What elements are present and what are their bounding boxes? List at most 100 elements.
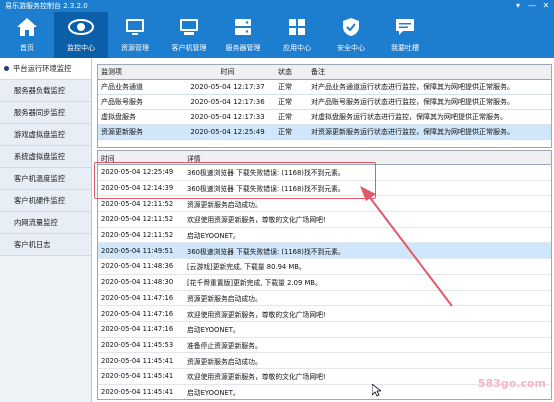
menu-dropdown-icon[interactable]: ▾ [513, 0, 523, 11]
table-cell: 2020-05-04 12:25:49 [190, 128, 265, 136]
app-header: 易乐游服务控制台 2.3.2.0 ▾ — ✕ 首页 监控中心 资源管理 客户机管理 服务… [0, 0, 554, 58]
table-row[interactable]: 虚拟盘服务 2020-05-04 12:17:33 正常 对虚拟盘服务运行状态进行监控… [98, 110, 551, 125]
column-header[interactable]: 监测项 [98, 67, 180, 77]
nav-label: 应用中心 [283, 44, 311, 52]
log-row[interactable]: 2020-05-04 11:48:36 [云游戏]更新完成, 下载量 80.94 … [98, 259, 551, 275]
nav-label: 我要吐槽 [391, 44, 419, 52]
log-row[interactable]: 2020-05-04 11:47:16 启动EYOONET。 [98, 322, 551, 338]
nav-label: 客户机管理 [171, 44, 207, 52]
minimize-icon[interactable]: — [527, 0, 537, 11]
table-cell: 正常 [278, 98, 292, 106]
log-detail: 资源更新服务启动成功。 [187, 357, 262, 366]
column-header[interactable]: 状态 [275, 67, 308, 77]
close-icon[interactable]: ✕ [541, 0, 551, 11]
log-detail: 资源更新服务启动成功。 [187, 200, 262, 209]
home-icon [13, 16, 41, 38]
sidebar-item[interactable]: 客户机硬件监控 [0, 190, 91, 212]
sidebar-item[interactable]: 系统虚拟盘监控 [0, 146, 91, 168]
log-row[interactable]: 2020-05-04 11:49:51 360极速浏览器 下载失败错误: (116… [98, 243, 551, 260]
sidebar-item[interactable]: 服务器同步监控 [0, 102, 91, 124]
table-cell: 2020-05-04 12:17:37 [190, 83, 265, 91]
log-time: 2020-05-04 11:48:36 [101, 262, 174, 271]
log-row[interactable]: 2020-05-04 12:25:49 360极速浏览器 下载失败错误: (116… [98, 165, 551, 181]
table-cell: 产品业务通道 [101, 83, 143, 91]
table-row[interactable]: 产品账号服务 2020-05-04 12:17:36 正常 对产品账号服务运行状态进行… [98, 95, 551, 110]
log-detail: 欢迎使用资源更新服务，尊敬的文化广场网吧! [187, 310, 326, 319]
nav-item-1[interactable]: 监控中心 [54, 12, 108, 58]
log-row[interactable]: 2020-05-04 11:48:30 [花千骨重置版]更新完成, 下载量 2.0… [98, 275, 551, 291]
sidebar: 平台运行环境监控 服务器负载监控服务器同步监控 游戏虚拟盘监控 系统虚拟盘监控客户机温… [0, 58, 92, 402]
column-header[interactable]: 时间 [180, 67, 275, 77]
log-row[interactable]: 2020-05-04 12:11:52 资源更新服务启动成功。 [98, 196, 551, 213]
sidebar-item-label: 客户机硬件监控 [14, 195, 66, 205]
sidebar-item[interactable]: 服务器负载监控 [0, 80, 91, 102]
sidebar-item[interactable]: 客户机日志 [0, 234, 91, 256]
log-time: 2020-05-04 11:45:53 [101, 340, 174, 349]
sidebar-item-label: 内网流量监控 [14, 217, 58, 227]
log-time: 2020-05-04 12:11:52 [101, 215, 174, 224]
log-detail: 准备停止资源更新服务。 [187, 341, 262, 350]
log-detail: 启动EYOONET。 [187, 232, 240, 241]
watermark: 583go.com [477, 377, 546, 390]
table-cell: 正常 [278, 113, 292, 121]
log-time: 2020-05-04 11:47:16 [101, 293, 174, 302]
sidebar-item-label: 客户机温度监控 [14, 173, 66, 183]
column-header[interactable]: 详情 [183, 153, 551, 163]
log-row[interactable]: 2020-05-04 12:11:52 欢迎使用资源更新服务，尊敬的文化广场网吧! [98, 212, 551, 228]
log-table-header: 时间 详情 [98, 151, 551, 165]
nav-label: 监控中心 [67, 44, 95, 52]
nav-item-7[interactable]: 我要吐槽 [378, 12, 432, 58]
column-header[interactable]: 备注 [308, 67, 551, 77]
eye-icon [67, 16, 95, 38]
log-table-body: 2020-05-04 12:25:49 360极速浏览器 下载失败错误: (116… [98, 165, 551, 399]
table-cell: 2020-05-04 12:17:33 [190, 113, 265, 121]
sidebar-item[interactable]: 内网流量监控 [0, 212, 91, 234]
sidebar-item-label: 平台运行环境监控 [13, 63, 72, 73]
server-icon [229, 16, 257, 38]
sidebar-item[interactable]: 平台运行环境监控 [0, 58, 91, 80]
log-row[interactable]: 2020-05-04 11:45:53 准备停止资源更新服务。 [98, 338, 551, 354]
window-controls: ▾ — ✕ [513, 0, 551, 11]
log-detail: [花千骨重置版]更新完成, 下载量 2.09 MB。 [187, 279, 322, 288]
nav-item-5[interactable]: 应用中心 [270, 12, 324, 58]
log-detail: 启动EYOONET。 [187, 326, 240, 335]
log-time: 2020-05-04 11:47:16 [101, 309, 174, 318]
nav-item-4[interactable]: 服务器管理 [216, 12, 270, 58]
nav-item-0[interactable]: 首页 [0, 12, 54, 58]
log-time: 2020-05-04 12:11:52 [101, 199, 174, 208]
log-time: 2020-05-04 12:14:39 [101, 184, 174, 193]
monitor-table-header: 监测项 时间 状态 备注 [98, 65, 551, 80]
sidebar-item[interactable]: 游戏虚拟盘监控 [0, 124, 91, 146]
log-detail: 资源更新服务启动成功。 [187, 294, 262, 303]
table-cell: 产品账号服务 [101, 98, 143, 106]
nav-item-3[interactable]: 客户机管理 [162, 12, 216, 58]
nav-label: 资源管理 [121, 44, 149, 52]
monitor-icon [121, 16, 149, 38]
log-time: 2020-05-04 12:25:49 [101, 168, 174, 177]
log-detail: 360极速浏览器 下载失败错误: (1168)找不到元素。 [187, 247, 345, 256]
log-time: 2020-05-04 11:45:41 [101, 372, 174, 381]
log-row[interactable]: 2020-05-04 12:11:52 启动EYOONET。 [98, 228, 551, 244]
log-row[interactable]: 2020-05-04 12:14:39 360极速浏览器 下载失败错误: (116… [98, 181, 551, 197]
sidebar-item[interactable]: 客户机温度监控 [0, 168, 91, 190]
sidebar-item-label: 服务器负载监控 [14, 85, 66, 95]
nav-label: 服务器管理 [225, 44, 261, 52]
log-time: 2020-05-04 11:45:41 [101, 356, 174, 365]
nav-item-2[interactable]: 资源管理 [108, 12, 162, 58]
shield-icon [337, 16, 365, 38]
log-table: 时间 详情 2020-05-04 12:25:49 360极速浏览器 下载失败错误… [97, 150, 552, 400]
table-cell: 虚拟盘服务 [101, 113, 136, 121]
log-detail: 360极速浏览器 下载失败错误: (1168)找不到元素。 [187, 185, 345, 194]
table-row[interactable]: 资源更新服务 2020-05-04 12:25:49 正常 对资源更新服务运行状态进行… [98, 125, 551, 140]
table-row[interactable]: 产品业务通道 2020-05-04 12:17:37 正常 对产品业务通道运行状态进行… [98, 80, 551, 95]
column-header[interactable]: 时间 [98, 153, 183, 163]
nav-item-6[interactable]: 安全中心 [324, 12, 378, 58]
log-time: 2020-05-04 11:48:30 [101, 278, 174, 287]
log-row[interactable]: 2020-05-04 11:47:16 资源更新服务启动成功。 [98, 291, 551, 307]
log-time: 2020-05-04 11:49:51 [101, 246, 174, 255]
log-row[interactable]: 2020-05-04 11:45:41 资源更新服务启动成功。 [98, 353, 551, 369]
log-detail: [云游戏]更新完成, 下载量 80.94 MB。 [187, 263, 306, 272]
log-row[interactable]: 2020-05-04 11:47:16 欢迎使用资源更新服务，尊敬的文化广场网吧! [98, 306, 551, 322]
table-cell: 资源更新服务 [101, 128, 143, 136]
app-title: 易乐游服务控制台 2.3.2.0 [5, 2, 88, 10]
